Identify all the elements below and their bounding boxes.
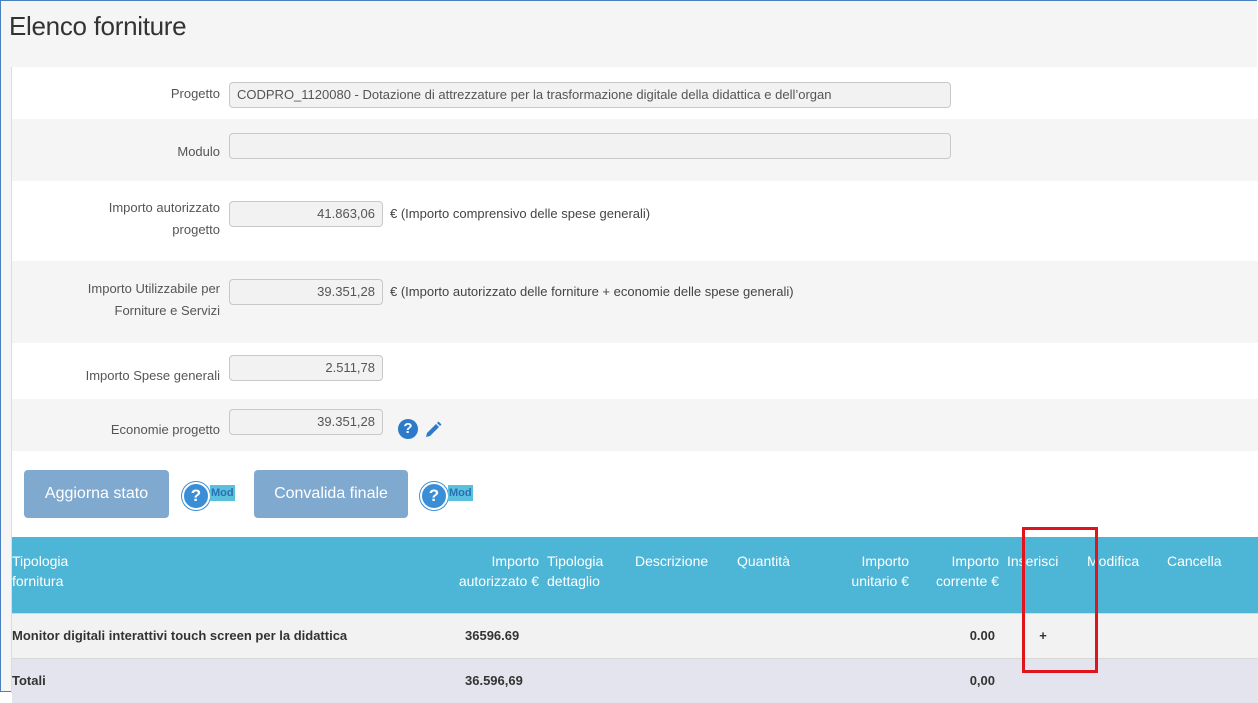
importo-utilizzabile-label-line2: Forniture e Servizi bbox=[114, 303, 220, 318]
importo-autorizzato-cell: 36596.69 bbox=[425, 612, 543, 658]
col-tipologia-fornitura[interactable]: Tipologia fornitura bbox=[12, 537, 425, 613]
importo-utilizzabile-label: Importo Utilizzabile per Forniture e Ser… bbox=[88, 278, 220, 322]
col-cancella[interactable]: Cancella bbox=[1163, 537, 1258, 613]
header-text: Importo bbox=[491, 553, 539, 569]
importo-autorizzato-label-line1: Importo autorizzato bbox=[108, 200, 220, 215]
question-circle-icon[interactable]: ? bbox=[420, 482, 448, 510]
page-title: Elenco forniture bbox=[9, 11, 187, 41]
col-importo-unitario[interactable]: Importo unitario € bbox=[813, 537, 913, 613]
importo-autorizzato-field[interactable]: 41.863,06 bbox=[229, 201, 383, 227]
form-panel: Progetto CODPRO_1120080 - Dotazione di a… bbox=[11, 67, 1258, 703]
importo-utilizzabile-note: € (Importo autorizzato delle forniture +… bbox=[390, 284, 794, 299]
totals-importo-corrente: 0,00 bbox=[913, 657, 1003, 703]
spese-generali-field[interactable]: 2.511,78 bbox=[229, 355, 383, 381]
economie-row: Economie progetto 39.351,28 ? bbox=[12, 399, 1258, 451]
empty-cell bbox=[543, 657, 631, 703]
empty-cell bbox=[733, 657, 813, 703]
empty-cell bbox=[631, 657, 733, 703]
importo-utilizzabile-row: Importo Utilizzabile per Forniture e Ser… bbox=[12, 261, 1258, 343]
spese-generali-label: Importo Spese generali bbox=[85, 368, 220, 383]
header-text: fornitura bbox=[12, 573, 64, 589]
question-circle-icon[interactable]: ? bbox=[182, 482, 210, 510]
mod-link[interactable]: Mod bbox=[448, 485, 473, 501]
empty-cell bbox=[813, 657, 913, 703]
col-importo-autorizzato[interactable]: Importo autorizzato € bbox=[425, 537, 543, 613]
importo-utilizzabile-field[interactable]: 39.351,28 bbox=[229, 279, 383, 305]
question-circle-icon[interactable]: ? bbox=[398, 419, 418, 439]
quantita-cell bbox=[733, 612, 813, 658]
progetto-row: Progetto CODPRO_1120080 - Dotazione di a… bbox=[12, 67, 1258, 119]
header-text: Importo bbox=[861, 553, 909, 569]
economie-field[interactable]: 39.351,28 bbox=[229, 409, 383, 435]
progetto-label: Progetto bbox=[170, 86, 220, 101]
header-text: Tipologia bbox=[547, 553, 604, 569]
totals-label: Totali bbox=[12, 657, 425, 703]
header-text: Tipologia bbox=[12, 553, 69, 569]
importo-corrente-cell: 0.00 bbox=[913, 612, 1003, 658]
mod-link[interactable]: Mod bbox=[210, 485, 235, 501]
importo-autorizzato-label: Importo autorizzato progetto bbox=[109, 197, 220, 241]
economie-label: Economie progetto bbox=[110, 422, 220, 437]
pencil-icon[interactable] bbox=[424, 421, 442, 439]
col-importo-corrente[interactable]: Importo corrente € bbox=[913, 537, 1003, 613]
col-quantita[interactable]: Quantità bbox=[733, 537, 813, 613]
header-text: corrente € bbox=[935, 573, 999, 589]
tipologia-dettaglio-cell bbox=[543, 612, 631, 658]
modulo-label: Modulo bbox=[177, 144, 220, 159]
importo-autorizzato-note: € (Importo comprensivo delle spese gener… bbox=[390, 206, 651, 221]
header-text: Importo bbox=[951, 553, 999, 569]
convalida-finale-button[interactable]: Convalida finale bbox=[254, 470, 408, 518]
importo-utilizzabile-label-line1: Importo Utilizzabile per bbox=[87, 281, 220, 296]
header-text: autorizzato € bbox=[458, 573, 539, 589]
totals-importo-autorizzato: 36.596,69 bbox=[425, 657, 543, 703]
inserisci-highlight-box bbox=[1022, 527, 1098, 673]
importo-unitario-cell bbox=[813, 612, 913, 658]
modulo-field[interactable] bbox=[229, 133, 951, 159]
header-text: Quantità bbox=[737, 553, 790, 569]
header-text: Cancella bbox=[1167, 553, 1222, 569]
progetto-field[interactable]: CODPRO_1120080 - Dotazione di attrezzatu… bbox=[229, 82, 951, 108]
tipologia-cell: Monitor digitali interattivi touch scree… bbox=[12, 612, 425, 658]
importo-autorizzato-label-line2: progetto bbox=[172, 222, 220, 237]
modulo-row: Modulo bbox=[12, 119, 1258, 181]
importo-autorizzato-row: Importo autorizzato progetto 41.863,06 €… bbox=[12, 181, 1258, 261]
col-tipologia-dettaglio[interactable]: Tipologia dettaglio bbox=[543, 537, 631, 613]
window-frame: Elenco forniture Progetto CODPRO_1120080… bbox=[0, 0, 1258, 703]
descrizione-cell bbox=[631, 612, 733, 658]
col-descrizione[interactable]: Descrizione bbox=[631, 537, 733, 613]
aggiorna-stato-button[interactable]: Aggiorna stato bbox=[24, 470, 169, 518]
header-text: unitario € bbox=[851, 573, 909, 589]
header-text: dettaglio bbox=[547, 573, 600, 589]
cancella-cell bbox=[1163, 612, 1258, 658]
header-text: Descrizione bbox=[635, 553, 709, 569]
empty-cell bbox=[1163, 657, 1258, 703]
spese-generali-row: Importo Spese generali 2.511,78 bbox=[12, 343, 1258, 399]
